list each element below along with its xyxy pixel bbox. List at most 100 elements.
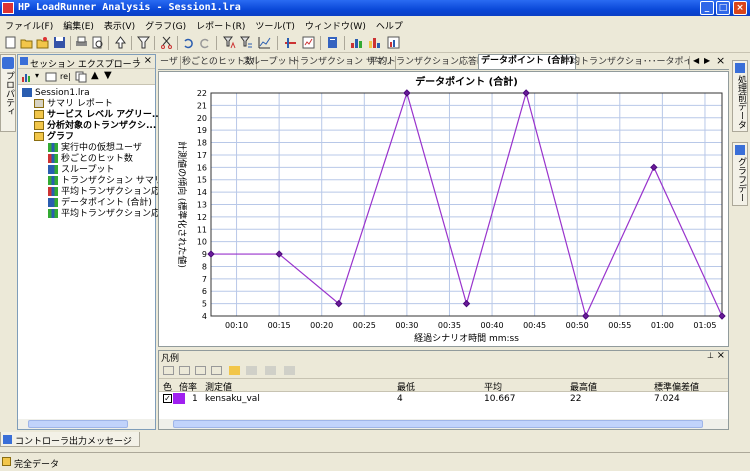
tree-item-label: グラフ [47, 132, 75, 142]
up-arrow-icon[interactable] [114, 36, 127, 49]
tab-scroll-left-icon[interactable]: ◀ [693, 56, 699, 65]
dropdown-arrow-icon[interactable]: ▾ [35, 71, 39, 80]
list-icon[interactable] [195, 366, 206, 375]
print-preview-icon[interactable] [91, 36, 104, 49]
tree-item-label: 秒ごとのヒット数 [61, 154, 133, 164]
x-tick-label: 00:15 [268, 321, 291, 330]
filter-icon[interactable] [137, 36, 150, 49]
y-tick-label: 7 [202, 275, 207, 284]
open-icon[interactable] [20, 36, 33, 49]
explorer-scrollbar[interactable] [18, 419, 155, 429]
graph-area: 4 5 6 7 8 9 10 11 12 13 14 15 16 17 18 19 20 21 22 00:10 00:… [158, 71, 729, 347]
merge-graph-icon[interactable] [258, 36, 271, 49]
configure-icon[interactable] [211, 366, 222, 375]
menu-edit[interactable]: 編集(E) [58, 16, 99, 32]
chart-settings-icon[interactable] [368, 36, 381, 49]
rename-icon[interactable] [45, 71, 57, 83]
y-tick-label: 6 [202, 287, 207, 296]
legend-color-swatch [173, 393, 185, 404]
legend-checkbox[interactable]: ✓ [163, 394, 172, 403]
chart-title: データポイント (合計) [415, 75, 518, 88]
correlate-icon[interactable] [284, 36, 297, 49]
folder-icon [34, 110, 44, 119]
graph-data-icon [735, 145, 745, 155]
menu-tools[interactable]: ツール(T) [250, 16, 300, 32]
cut-icon[interactable] [160, 36, 173, 49]
filter-graph-icon[interactable] [223, 36, 236, 49]
folder-icon [34, 121, 44, 130]
animate-icon[interactable] [265, 366, 276, 375]
menu-help[interactable]: ヘルプ [371, 16, 408, 32]
controller-output-tab[interactable]: コントローラ出力メッセージ [0, 432, 140, 447]
web-page-icon[interactable] [302, 36, 315, 49]
raw-data-side-tab[interactable]: 処理前データ [732, 60, 748, 132]
rename-text-icon[interactable]: re| [60, 72, 71, 81]
properties-icon [2, 57, 14, 69]
properties-side-tab[interactable]: プロパティ [0, 54, 16, 132]
menu-graph[interactable]: グラフ(G) [140, 16, 191, 32]
x-tick-label: 00:50 [566, 321, 589, 330]
legend-scroll-thumb[interactable] [173, 420, 703, 428]
y-tick-label: 8 [202, 262, 207, 271]
save-icon[interactable] [53, 36, 66, 49]
graph-data-side-tab[interactable]: グラフデー [732, 142, 748, 206]
x-tick-label: 01:00 [651, 321, 674, 330]
minimize-button[interactable]: _ [700, 1, 714, 15]
add-graph-icon[interactable] [21, 71, 33, 83]
tree-item-label: トランザクション サマリ [61, 176, 163, 186]
move-up-icon[interactable]: ▲ [91, 70, 99, 81]
tab-users[interactable]: ーザ [158, 56, 181, 69]
explorer-close-icon[interactable]: × [144, 55, 152, 66]
tab-avg-transaction-datapoint[interactable]: 平均トランザクショ･･･ータポイント (合 [560, 56, 690, 69]
chart-data-icon[interactable] [387, 36, 400, 49]
legend-settings-icon[interactable] [284, 366, 295, 375]
tab-scroll-right-icon[interactable]: ▶ [704, 56, 710, 65]
legend-toolbar [159, 363, 728, 379]
copy-icon[interactable] [75, 71, 87, 83]
legend-measure: kensaku_val [205, 394, 260, 404]
status-icon [2, 457, 11, 466]
new-icon[interactable] [4, 36, 17, 49]
menu-view[interactable]: 表示(V) [99, 16, 140, 32]
y-tick-label: 20 [197, 114, 207, 123]
y-tick-label: 14 [197, 188, 207, 197]
graph-icon [48, 198, 58, 207]
open-folder-icon[interactable] [36, 36, 49, 49]
menu-report[interactable]: レポート(R) [191, 16, 250, 32]
legend-pin-icon[interactable]: ⊥ [707, 351, 714, 360]
explorer-header: セッション エクスプローラ ⊥ × [18, 55, 155, 70]
status-text: 完全データ [14, 460, 60, 470]
y-tick-label: 19 [197, 126, 207, 135]
y-tick-label: 18 [197, 139, 207, 148]
redo-icon[interactable] [198, 36, 211, 49]
y-tick-label: 10 [197, 238, 207, 247]
tree-item[interactable]: 平均トランザクション応... [48, 208, 169, 220]
pin-icon[interactable]: ⊥ [134, 56, 141, 65]
close-button[interactable]: × [733, 1, 747, 15]
menu-window[interactable]: ウィンドウ(W) [300, 16, 371, 32]
legend-close-icon[interactable]: × [717, 350, 725, 361]
hide-all-icon[interactable] [179, 366, 190, 375]
highlight-icon[interactable] [229, 366, 240, 375]
print-icon[interactable] [75, 36, 88, 49]
export-icon[interactable] [246, 366, 257, 375]
move-down-icon[interactable]: ▼ [104, 70, 112, 81]
line-chart: 4 5 6 7 8 9 10 11 12 13 14 15 16 17 18 19 20 21 22 00:10 00:… [176, 75, 726, 344]
legend-row[interactable]: ✓ 1 kensaku_val 4 10.667 22 7.024 [159, 392, 728, 406]
legend-avg: 10.667 [484, 394, 516, 404]
menu-file[interactable]: ファイル(F) [0, 16, 58, 32]
graph-tab-strip: ーザ 秒ごとのヒット数 スループット トランザクション サマリ 平均トランザクシ… [158, 54, 729, 70]
maximize-button[interactable]: □ [716, 1, 730, 15]
show-all-icon[interactable] [163, 366, 174, 375]
bar-chart-icon[interactable] [350, 36, 363, 49]
y-tick-label: 11 [197, 225, 207, 234]
explorer-scroll-thumb[interactable] [28, 420, 128, 428]
undo-icon[interactable] [182, 36, 195, 49]
tree-item-label: 平均トランザクション応... [61, 187, 169, 197]
legend-scrollbar[interactable] [159, 419, 728, 429]
group-graph-icon[interactable] [240, 36, 253, 49]
report-icon[interactable] [326, 36, 339, 49]
x-tick-label: 00:25 [353, 321, 376, 330]
app-icon [2, 2, 14, 14]
tab-close-icon[interactable]: × [716, 54, 725, 67]
